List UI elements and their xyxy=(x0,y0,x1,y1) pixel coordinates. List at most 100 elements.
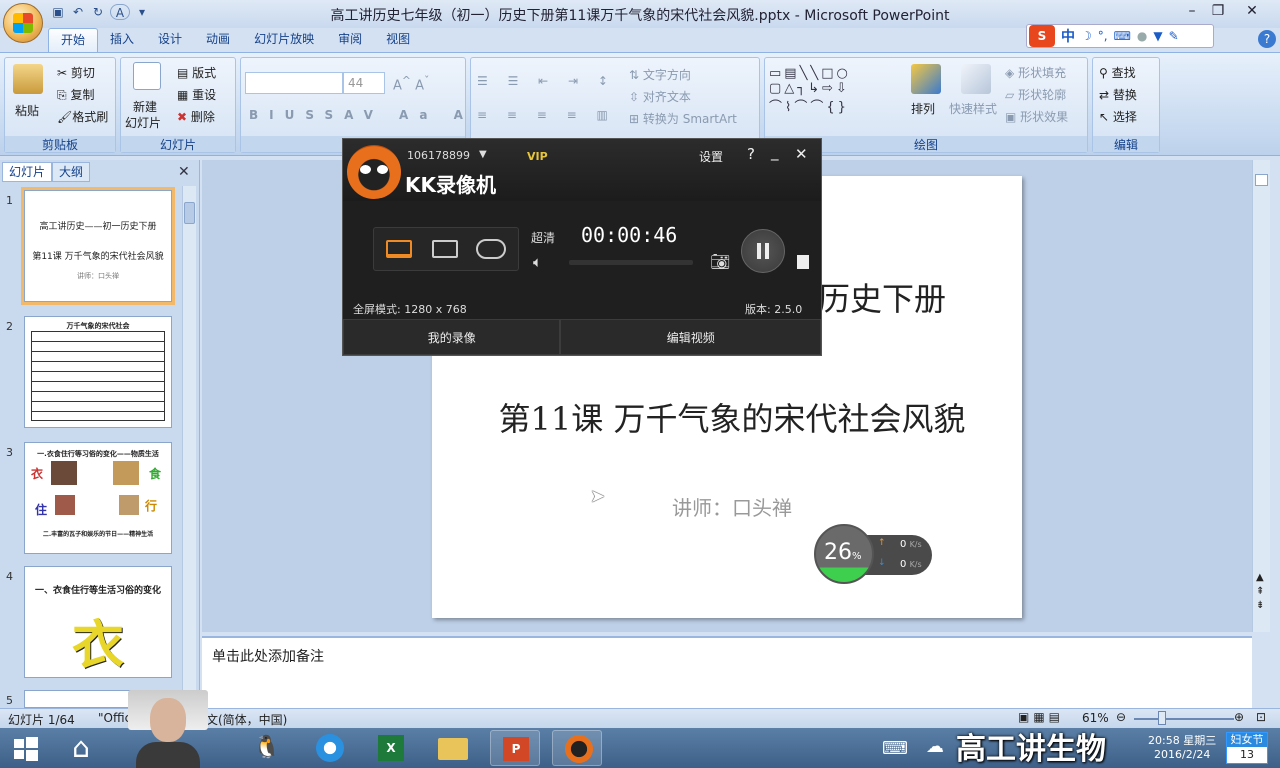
reset-button[interactable]: ▦ 重设 xyxy=(177,86,216,103)
shirt-icon[interactable]: ▼ xyxy=(1153,29,1162,43)
notes-pane[interactable]: 单击此处添加备注 xyxy=(202,636,1252,708)
sogou-ime-bar[interactable]: S 中 ☽ °, ⌨ ● ▼ ✎ xyxy=(1026,24,1214,48)
cut-button[interactable]: ✂ 剪切 xyxy=(57,64,95,81)
view-buttons-icon[interactable]: ▣▦▤ xyxy=(1018,710,1064,724)
keyboard-tray-icon[interactable]: ⌨ xyxy=(882,738,908,759)
arrange-icon[interactable] xyxy=(911,64,941,94)
font-format-icons[interactable]: BIUSSAV Aa A xyxy=(249,108,474,122)
zoom-level[interactable]: 61% xyxy=(1082,711,1109,725)
help-icon[interactable]: ? xyxy=(1258,30,1276,48)
office-button[interactable] xyxy=(3,3,43,43)
volume-slider[interactable] xyxy=(569,260,693,265)
slide-thumb-4[interactable]: 一、衣食住行等生活习俗的变化 衣 xyxy=(24,566,172,678)
shapes-gallery[interactable]: ▭▤╲╲□○ ▢△┐↳⇨⇩ ⌒⌇⌒⌒{} xyxy=(769,66,851,115)
notes-placeholder[interactable]: 单击此处添加备注 xyxy=(212,646,324,666)
new-slide-l2[interactable]: 幻灯片 xyxy=(125,114,161,131)
explorer-folder-icon[interactable] xyxy=(428,730,478,766)
select-button[interactable]: ↖ 选择 xyxy=(1099,108,1137,125)
restore-icon[interactable]: ❐ xyxy=(1206,2,1230,20)
clock-date[interactable]: 2016/2/24 xyxy=(1154,748,1210,761)
find-button[interactable]: ⚲ 查找 xyxy=(1099,64,1136,81)
tab-home[interactable]: 开始 xyxy=(48,28,99,52)
paste-button[interactable]: 粘贴 xyxy=(15,102,39,119)
shape-effects-button[interactable]: ▣ 形状效果 xyxy=(1005,108,1068,125)
tab-insert[interactable]: 插入 xyxy=(98,28,146,52)
wrench-icon[interactable]: ✎ xyxy=(1169,29,1179,43)
shape-outline-button[interactable]: ▱ 形状轮廓 xyxy=(1005,86,1066,103)
replace-button[interactable]: ⇄ 替换 xyxy=(1099,86,1137,103)
zoom-slider[interactable] xyxy=(1134,718,1234,720)
moon-icon[interactable]: ☽ xyxy=(1081,29,1092,43)
fullscreen-mode-icon[interactable] xyxy=(386,240,412,258)
grow-font-icon[interactable]: A^ Aˇ xyxy=(393,74,429,93)
tab-view[interactable]: 视图 xyxy=(374,28,422,52)
copy-button[interactable]: ⎘ 复制 xyxy=(57,86,94,103)
slide-thumb-1[interactable]: 高工讲历史——初一历史下册 第11课 万千气象的宋代社会风貌 讲师：口头禅 xyxy=(21,187,175,305)
tab-animations[interactable]: 动画 xyxy=(194,28,242,52)
cloud-tray-icon[interactable]: ☁ xyxy=(926,736,944,757)
kk-quality[interactable]: 超清 xyxy=(531,229,555,246)
align-icons[interactable]: ≡ ≡ ≡ ≡ ▥ xyxy=(477,108,616,122)
slide-subtitle[interactable]: 第11课 万千气象的宋代社会风貌 xyxy=(432,394,1032,440)
clock-time[interactable]: 20:58 星期三 xyxy=(1148,732,1216,748)
pane-close-icon[interactable]: ✕ xyxy=(178,164,190,180)
font-name-input[interactable] xyxy=(245,72,343,94)
kk-help-icon[interactable]: ? xyxy=(747,145,755,163)
qq-icon[interactable]: 🐧 xyxy=(242,730,292,766)
stop-icon[interactable] xyxy=(797,255,809,269)
zoom-in-icon[interactable]: ⊕ xyxy=(1234,710,1244,724)
pane-scrollbar[interactable] xyxy=(182,186,196,706)
tab-slideshow[interactable]: 幻灯片放映 xyxy=(242,28,326,52)
kk-settings[interactable]: 设置 xyxy=(699,148,723,165)
region-mode-icon[interactable] xyxy=(432,240,458,258)
tab-review[interactable]: 审阅 xyxy=(326,28,374,52)
quick-styles-icon[interactable] xyxy=(961,64,991,94)
tab-outline[interactable]: 大纲 xyxy=(52,162,91,182)
user-icon[interactable]: ● xyxy=(1137,29,1147,43)
format-painter-button[interactable]: 🖌格式刷 xyxy=(57,108,108,125)
close-icon[interactable]: ✕ xyxy=(1240,2,1264,20)
powerpoint-icon[interactable]: P xyxy=(490,730,540,766)
kk-close-icon[interactable]: ✕ xyxy=(795,145,808,163)
align-text-button[interactable]: ⇳ 对齐文本 xyxy=(629,88,691,105)
my-recordings-button[interactable]: 我的录像 xyxy=(343,319,561,355)
slide-lecturer[interactable]: 讲师：口头禅 xyxy=(432,492,1032,521)
tab-slides[interactable]: 幻灯片 xyxy=(2,162,53,182)
kk-minimize-icon[interactable]: _ xyxy=(771,143,779,161)
new-slide-icon[interactable] xyxy=(133,62,161,90)
layout-button[interactable]: ▤ 版式 xyxy=(177,64,216,81)
camera-screenshot-icon[interactable]: 📷︎ xyxy=(710,252,730,271)
next-slide-icon[interactable]: ⇟ xyxy=(1256,600,1264,611)
list-icons[interactable]: ☰ ☰ ⇤ ⇥ ↕ xyxy=(477,74,616,88)
new-slide-l1[interactable]: 新建 xyxy=(133,98,157,115)
scroll-up-icon[interactable]: ▲ xyxy=(1256,572,1264,583)
punct-icon[interactable]: °, xyxy=(1098,29,1108,43)
excel-icon[interactable]: X xyxy=(366,730,416,766)
zoom-out-icon[interactable]: ⊖ xyxy=(1116,710,1126,724)
shape-fill-button[interactable]: ◈ 形状填充 xyxy=(1005,64,1066,81)
editor-scrollbar[interactable]: ▲ ⇞ ⇟ xyxy=(1252,160,1270,632)
font-size-input[interactable]: 44 xyxy=(343,72,385,94)
edit-video-button[interactable]: 编辑视频 xyxy=(560,319,821,355)
delete-button[interactable]: ✖ 删除 xyxy=(177,108,215,125)
slide-thumb-3[interactable]: 一.衣食住行等习俗的变化——物质生活 衣 食 住 行 二.丰富的瓦子和娱乐的节日… xyxy=(24,442,172,554)
paste-icon[interactable] xyxy=(13,64,43,94)
home-icon[interactable]: ⌂ xyxy=(56,730,106,766)
text-direction-button[interactable]: ⇅ 文字方向 xyxy=(629,66,691,83)
zoom-slider-handle[interactable] xyxy=(1158,711,1166,725)
network-speed-widget[interactable]: 26% ↑ 0 K/s ↓ 0 K/s xyxy=(814,524,932,584)
scrollbar-thumb[interactable] xyxy=(1255,174,1268,186)
start-windows-icon[interactable] xyxy=(2,730,48,766)
gamepad-mode-icon[interactable] xyxy=(476,239,506,259)
ime-lang[interactable]: 中 xyxy=(1061,26,1075,46)
keyboard-icon[interactable]: ⌨ xyxy=(1114,29,1131,43)
scrollbar-thumb[interactable] xyxy=(184,202,195,224)
calendar-widget[interactable]: 妇女节 13 xyxy=(1226,732,1268,764)
volume-icon[interactable]: 🔈︎ xyxy=(533,253,542,271)
slide-thumb-2[interactable]: 万千气象的宋代社会 xyxy=(24,316,172,428)
account-dropdown-icon[interactable]: ▼ xyxy=(479,149,487,160)
minimize-icon[interactable]: – xyxy=(1180,2,1204,20)
tab-design[interactable]: 设计 xyxy=(146,28,194,52)
smartart-button[interactable]: ⊞ 转换为 SmartArt xyxy=(629,110,737,127)
browser-icon[interactable] xyxy=(304,730,354,766)
